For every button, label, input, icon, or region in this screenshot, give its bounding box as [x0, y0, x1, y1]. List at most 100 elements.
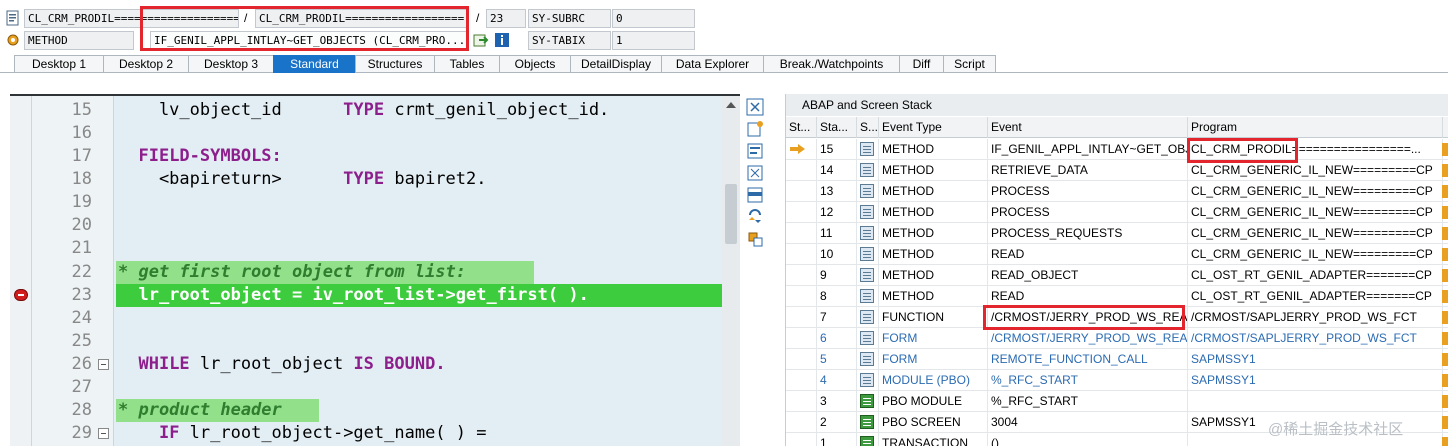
- fold-toggle-icon[interactable]: [98, 359, 109, 370]
- scroll-up-icon[interactable]: [726, 102, 736, 108]
- stack-row[interactable]: 12 METHOD PROCESS CL_CRM_GENERIC_IL_NEW====…: [786, 202, 1448, 223]
- tab-diff[interactable]: Diff: [899, 55, 943, 73]
- stack-cell-event: /CRMOST/JERRY_PROD_WS_READ: [988, 328, 1188, 349]
- new-tool-icon[interactable]: [746, 120, 764, 138]
- sy-tabix-value[interactable]: 1: [612, 31, 695, 50]
- source-code-editor[interactable]: 15 lv_object_id TYPE crmt_genil_object_i…: [10, 94, 740, 446]
- row-detail-icon[interactable]: [1442, 290, 1448, 303]
- tab-standard[interactable]: Standard: [273, 55, 355, 73]
- sy-subrc-label: SY-SUBRC: [528, 9, 611, 28]
- stack-row[interactable]: 10 METHOD READ CL_CRM_GENERIC_IL_NEW=======…: [786, 244, 1448, 265]
- stack-cell-event-type: METHOD: [879, 244, 988, 265]
- row-detail-icon[interactable]: [1442, 143, 1448, 156]
- tab-tables[interactable]: Tables: [434, 55, 499, 73]
- stack-cell-event-type: METHOD: [879, 181, 988, 202]
- breakpoint-icon[interactable]: [14, 289, 28, 301]
- row-detail-icon[interactable]: [1442, 311, 1448, 324]
- editor-scrollbar[interactable]: [722, 96, 740, 446]
- stack-cell-level: 12: [817, 202, 857, 223]
- stack-cell-event: PROCESS_REQUESTS: [988, 223, 1188, 244]
- stack-cell-level: 14: [817, 160, 857, 181]
- stack-cell-event-type: FORM: [879, 328, 988, 349]
- col-header-st[interactable]: St...: [786, 117, 817, 138]
- tab-desktop-2[interactable]: Desktop 2: [103, 55, 188, 73]
- stack-row[interactable]: 14 METHOD RETRIEVE_DATA CL_CRM_GENERIC_IL_N…: [786, 160, 1448, 181]
- row-detail-icon[interactable]: [1442, 269, 1448, 282]
- col-header-event[interactable]: Event: [988, 117, 1188, 138]
- code-block-icon: [860, 289, 874, 303]
- stack-cell-program: CL_CRM_GENERIC_IL_NEW=========CP: [1188, 202, 1443, 223]
- settings-tool-icon[interactable]: [746, 230, 764, 248]
- navigate-icon[interactable]: [473, 32, 489, 48]
- code-line: 18 <bapireturn> TYPE bapiret2.: [10, 168, 722, 191]
- row-detail-icon[interactable]: [1442, 374, 1448, 387]
- row-detail-icon[interactable]: [1442, 206, 1448, 219]
- stack-cell-event: (): [988, 433, 1188, 446]
- stack-row[interactable]: 13 METHOD PROCESS CL_CRM_GENERIC_IL_NEW====…: [786, 181, 1448, 202]
- method-gear-icon: [7, 34, 19, 46]
- tab-desktop-1[interactable]: Desktop 1: [14, 55, 103, 73]
- stack-row[interactable]: 5 FORM REMOTE_FUNCTION_CALL SAPMSSY1: [786, 349, 1448, 370]
- row-detail-icon[interactable]: [1442, 437, 1448, 446]
- col-header-event-type[interactable]: Event Type: [879, 117, 988, 138]
- line-number: 15: [71, 100, 92, 120]
- tab-desktop-3[interactable]: Desktop 3: [188, 55, 273, 73]
- tab-structures[interactable]: Structures: [355, 55, 434, 73]
- row-detail-icon[interactable]: [1442, 227, 1448, 240]
- row-detail-icon[interactable]: [1442, 416, 1448, 429]
- code-block-icon: [860, 205, 874, 219]
- code-block-icon: [860, 310, 874, 324]
- code-comment: * get first root object from list:: [118, 262, 466, 282]
- col-header-program[interactable]: Program: [1188, 117, 1443, 138]
- stack-row[interactable]: 15 METHOD IF_GENIL_APPL_INTLAY~GET_OBJ... C…: [786, 139, 1448, 160]
- row-detail-icon[interactable]: [1442, 395, 1448, 408]
- stack-row[interactable]: 11 METHOD PROCESS_REQUESTS CL_CRM_GENERIC_I…: [786, 223, 1448, 244]
- line-number: 22: [71, 262, 92, 282]
- info-icon[interactable]: [494, 32, 510, 48]
- screen-icon: [860, 394, 874, 408]
- watermark-text: @稀土掘金技术社区: [1268, 421, 1404, 438]
- service-tool-icon[interactable]: [746, 142, 764, 160]
- maximize-tool-icon[interactable]: [746, 164, 764, 182]
- code-line: 21: [10, 237, 722, 260]
- row-detail-icon[interactable]: [1442, 332, 1448, 345]
- code-line: 15 lv_object_id TYPE crmt_genil_object_i…: [10, 99, 722, 122]
- scroll-thumb[interactable]: [725, 184, 737, 244]
- stack-row[interactable]: 4 MODULE (PBO) %_RFC_START SAPMSSY1: [786, 370, 1448, 391]
- stack-cell-event-type: FUNCTION: [879, 307, 988, 328]
- tab-break-watchpoints[interactable]: Break./Watchpoints: [763, 55, 899, 73]
- close-tool-icon[interactable]: [746, 98, 764, 116]
- tab-objects[interactable]: Objects: [499, 55, 570, 73]
- row-detail-icon[interactable]: [1442, 353, 1448, 366]
- stack-cell-current: [786, 307, 817, 328]
- fold-toggle-icon[interactable]: [98, 428, 109, 439]
- line-number: 18: [71, 169, 92, 189]
- stack-cell-program: /CRMOST/SAPLJERRY_PROD_WS_FCT: [1188, 328, 1443, 349]
- code-block-icon: [860, 142, 874, 156]
- sy-subrc-value[interactable]: 0: [612, 9, 695, 28]
- row-detail-icon[interactable]: [1442, 185, 1448, 198]
- tab-script[interactable]: Script: [943, 55, 996, 73]
- stack-cell-level: 8: [817, 286, 857, 307]
- stack-row[interactable]: 6 FORM/CRMOST/JERRY_PROD_WS_READ/CRMOST/S…: [786, 328, 1448, 349]
- tab-data-explorer[interactable]: Data Explorer: [661, 55, 763, 73]
- row-detail-icon[interactable]: [1442, 248, 1448, 261]
- stack-cell-program: CL_CRM_GENERIC_IL_NEW=========CP: [1188, 244, 1443, 265]
- row-detail-icon[interactable]: [1442, 164, 1448, 177]
- code-line: 19: [10, 191, 722, 214]
- stack-row[interactable]: 9 METHOD READ_OBJECT CL_OST_RT_GENIL_ADAPTE…: [786, 265, 1448, 286]
- line-number-field[interactable]: 23: [486, 9, 526, 28]
- stack-row[interactable]: 3 PBO MODULE %_RFC_START: [786, 391, 1448, 412]
- layout-tool-icon[interactable]: [746, 186, 764, 204]
- stack-cell-icon: [857, 286, 879, 307]
- stack-cell-current: [786, 160, 817, 181]
- col-header-stack-level[interactable]: Sta...: [817, 117, 857, 138]
- stack-row[interactable]: 8 METHOD READ CL_OST_RT_GENIL_ADAPTER======…: [786, 286, 1448, 307]
- tab-detail-display[interactable]: DetailDisplay: [570, 55, 661, 73]
- event-type-field[interactable]: METHOD: [24, 31, 134, 50]
- swap-tool-icon[interactable]: [746, 208, 764, 226]
- col-header-s[interactable]: S...: [857, 117, 879, 138]
- stack-cell-current: [786, 370, 817, 391]
- stack-cell-program: SAPMSSY1: [1188, 349, 1443, 370]
- line-number: 27: [71, 377, 92, 397]
